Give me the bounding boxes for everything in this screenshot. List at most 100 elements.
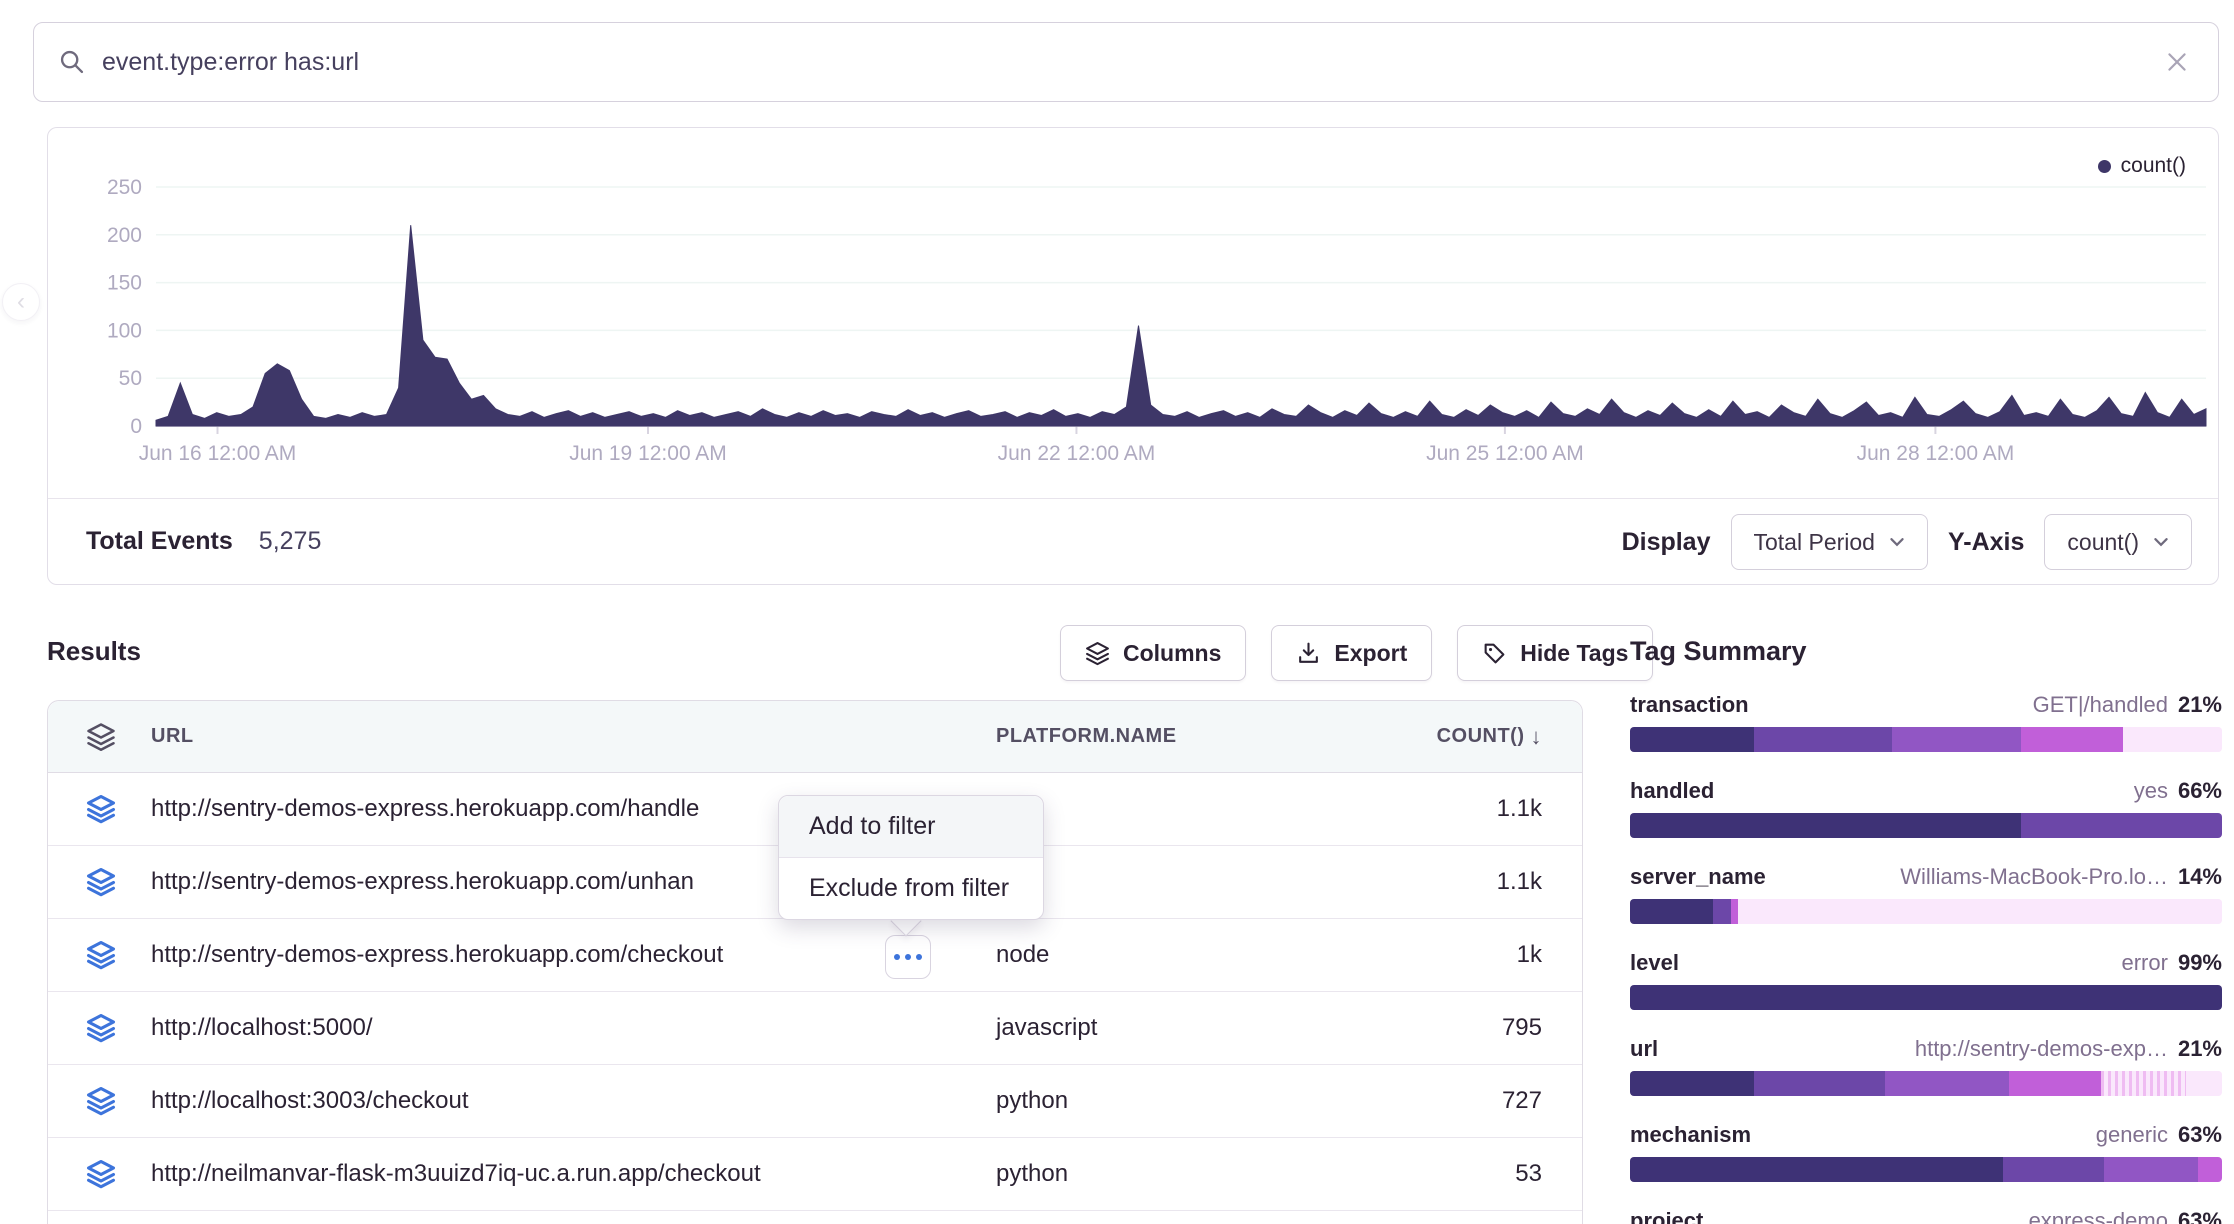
clear-search-icon[interactable] xyxy=(2164,49,2190,75)
count-cell[interactable]: 1.1k xyxy=(1497,868,1542,896)
sort-desc-icon: ↓ xyxy=(1531,724,1543,750)
hide-tags-button[interactable]: Hide Tags xyxy=(1457,625,1653,681)
tag-bar-segment xyxy=(1754,1071,1884,1096)
export-button[interactable]: Export xyxy=(1271,625,1432,681)
results-toolbar: Columns Export Hide Tags xyxy=(1060,625,1653,681)
tag-percent: 63% xyxy=(2178,1122,2222,1148)
total-events-value: 5,275 xyxy=(259,527,322,556)
results-heading: Results xyxy=(47,636,141,667)
tag-bar-segment xyxy=(2101,1071,2187,1096)
svg-text:150: 150 xyxy=(107,272,142,295)
tag-top-value: error xyxy=(2122,950,2168,976)
hide-tags-button-label: Hide Tags xyxy=(1520,640,1628,667)
count-cell[interactable]: 1k xyxy=(1517,941,1542,969)
column-header-url[interactable]: URL xyxy=(151,725,194,748)
count-cell[interactable]: 727 xyxy=(1502,1087,1542,1115)
layers-icon xyxy=(86,1013,116,1043)
svg-text:100: 100 xyxy=(107,319,142,342)
svg-text:Jun 28 12:00 AM: Jun 28 12:00 AM xyxy=(1857,442,2015,465)
tag-entry-project: project express-demo 63% xyxy=(1630,1208,2222,1224)
tag-bar-segment xyxy=(1731,899,1739,924)
menu-item-exclude-from-filter[interactable]: Exclude from filter xyxy=(779,858,1043,919)
url-cell[interactable]: http://sentry-demos-express.herokuapp.co… xyxy=(151,868,694,896)
svg-text:50: 50 xyxy=(119,367,142,390)
display-select[interactable]: Total Period xyxy=(1731,514,1928,570)
legend-series-label: count() xyxy=(2121,154,2186,178)
cell-actions-button[interactable] xyxy=(885,935,931,979)
tag-top-value: express-demo xyxy=(2029,1208,2168,1224)
count-cell[interactable]: 1.1k xyxy=(1497,795,1542,823)
table-row[interactable]: http://neilmanvar-flask-m3uuizd7iq-uc.a.… xyxy=(48,1138,1582,1211)
events-area-chart[interactable]: 050100150200250Jun 16 12:00 AMJun 19 12:… xyxy=(48,128,2220,496)
url-cell[interactable]: http://localhost:3003/checkout xyxy=(151,1087,469,1115)
count-cell[interactable]: 53 xyxy=(1515,1160,1542,1188)
tag-distribution-bar[interactable] xyxy=(1630,727,2222,752)
results-table: URL PLATFORM.NAME COUNT() ↓ http://sentr… xyxy=(47,700,1583,1224)
sidebar-collapse-handle[interactable]: ‹ xyxy=(2,283,40,321)
columns-button-label: Columns xyxy=(1123,640,1221,667)
tag-entry-transaction: transaction GET|/handled 21% xyxy=(1630,692,2222,752)
tag-bar-segment xyxy=(2009,1071,2101,1096)
layers-icon xyxy=(86,794,116,824)
svg-text:Jun 19 12:00 AM: Jun 19 12:00 AM xyxy=(569,442,727,465)
tag-bar-segment xyxy=(2021,813,2222,838)
platform-cell[interactable]: python xyxy=(996,1087,1068,1115)
yaxis-select[interactable]: count() xyxy=(2044,514,2192,570)
tag-top-value: yes xyxy=(2134,778,2168,804)
tag-top-value: Williams-MacBook-Pro.lo… xyxy=(1900,864,2168,890)
table-row[interactable]: http://sentry-demos-express.herokuapp.co… xyxy=(48,919,1582,992)
tag-bar-segment xyxy=(1630,813,2021,838)
url-cell[interactable]: http://sentry-demos-express.herokuapp.co… xyxy=(151,941,723,969)
layers-icon xyxy=(86,1159,116,1189)
layers-icon xyxy=(86,867,116,897)
url-cell[interactable]: http://localhost:5000/ xyxy=(151,1014,372,1042)
tag-entry-url: url http://sentry-demos-exp… 21% xyxy=(1630,1036,2222,1096)
tag-bar-segment xyxy=(1738,899,2222,924)
column-header-count[interactable]: COUNT() ↓ xyxy=(1437,724,1542,750)
tag-top-value: GET|/handled xyxy=(2033,692,2168,718)
tag-bar-segment xyxy=(1754,727,1891,752)
svg-text:Jun 22 12:00 AM: Jun 22 12:00 AM xyxy=(998,442,1156,465)
tag-bar-segment xyxy=(1713,899,1731,924)
tag-entry-handled: handled yes 66% xyxy=(1630,778,2222,838)
tag-percent: 63% xyxy=(2178,1208,2222,1224)
tag-bar-segment xyxy=(1630,985,2222,1010)
url-cell[interactable]: http://neilmanvar-flask-m3uuizd7iq-uc.a.… xyxy=(151,1160,761,1188)
tag-distribution-bar[interactable] xyxy=(1630,1071,2222,1096)
tag-distribution-bar[interactable] xyxy=(1630,899,2222,924)
yaxis-select-value: count() xyxy=(2067,529,2139,556)
platform-cell[interactable]: python xyxy=(996,1160,1068,1188)
search-input[interactable] xyxy=(102,48,2164,77)
count-cell[interactable]: 795 xyxy=(1502,1014,1542,1042)
chart-legend[interactable]: count() xyxy=(2098,154,2186,178)
tag-name: project xyxy=(1630,1208,1703,1224)
tag-distribution-bar[interactable] xyxy=(1630,985,2222,1010)
tag-bar-segment xyxy=(2198,1157,2222,1182)
tag-summary-panel: Tag Summary transaction GET|/handled 21%… xyxy=(1630,636,2222,667)
layers-icon xyxy=(86,722,116,752)
url-cell[interactable]: http://sentry-demos-express.herokuapp.co… xyxy=(151,795,699,823)
menu-item-add-to-filter[interactable]: Add to filter xyxy=(779,796,1043,857)
search-bar xyxy=(33,22,2219,102)
platform-cell[interactable]: node xyxy=(996,941,1049,969)
column-header-platform[interactable]: PLATFORM.NAME xyxy=(996,725,1177,748)
display-select-value: Total Period xyxy=(1754,529,1875,556)
tag-percent: 99% xyxy=(2178,950,2222,976)
tag-distribution-bar[interactable] xyxy=(1630,813,2222,838)
tag-percent: 66% xyxy=(2178,778,2222,804)
chart-controls: Display Total Period Y-Axis count() xyxy=(1622,499,2192,585)
columns-button[interactable]: Columns xyxy=(1060,625,1246,681)
tag-percent: 21% xyxy=(2178,692,2222,718)
table-row[interactable]: http://localhost:5000/ javascript 795 xyxy=(48,992,1582,1065)
platform-cell[interactable]: javascript xyxy=(996,1014,1097,1042)
tag-bar-segment xyxy=(1885,1071,2009,1096)
table-row[interactable]: http://localhost:3003/checkout python 72… xyxy=(48,1065,1582,1138)
chart-footer: Total Events 5,275 Display Total Period … xyxy=(48,498,2218,584)
svg-text:250: 250 xyxy=(107,176,142,199)
chevron-down-icon xyxy=(1889,537,1905,547)
tag-distribution-bar[interactable] xyxy=(1630,1157,2222,1182)
tag-bar-segment xyxy=(1630,1157,2003,1182)
table-header-row: URL PLATFORM.NAME COUNT() ↓ xyxy=(48,701,1582,773)
tag-percent: 14% xyxy=(2178,864,2222,890)
tag-top-value: http://sentry-demos-exp… xyxy=(1915,1036,2168,1062)
